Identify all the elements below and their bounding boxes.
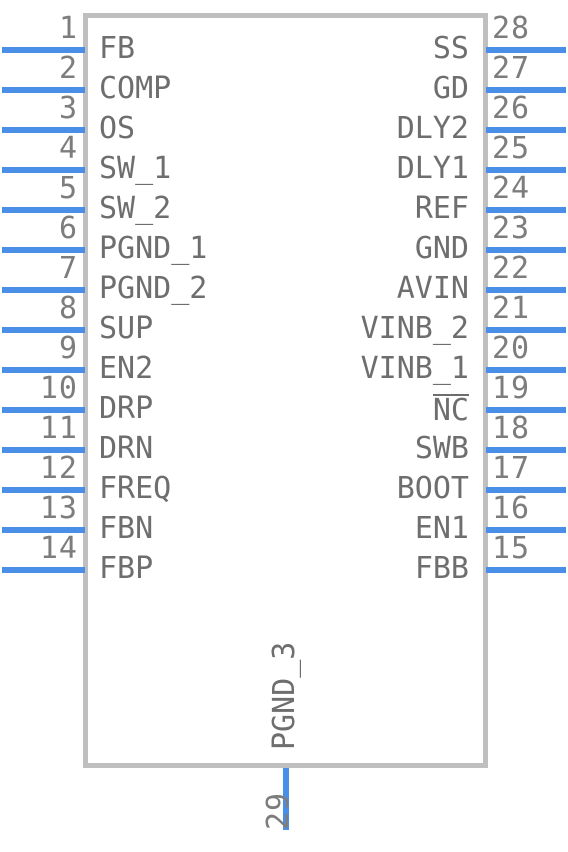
pin-name-en1: EN1 [414, 511, 469, 546]
pin-name-pgnd-1: PGND_1 [99, 231, 208, 266]
pin-name-swb: SWB [414, 431, 469, 466]
pin-number-19: 19 [492, 371, 531, 406]
pin-number-20: 20 [492, 331, 531, 366]
pin-number-25: 25 [492, 131, 531, 166]
pin-number-18: 18 [492, 411, 531, 446]
pin-name-gnd: GND [414, 231, 469, 266]
pin-number-3: 3 [58, 91, 78, 126]
pin-number-24: 24 [492, 171, 531, 206]
pin-name-gd: GD [432, 71, 469, 106]
pin-number-1: 1 [58, 11, 78, 46]
pin-number-6: 6 [58, 211, 78, 246]
pin-number-12: 12 [39, 451, 78, 486]
pin-name-boot: BOOT [396, 471, 469, 506]
pin-name-pgnd-2: PGND_2 [99, 271, 208, 306]
schematic-symbol-canvas: 1 FB 2 COMP 3 OS 4 SW_1 5 SW_2 6 PGND_1 7 PGND_2 8 SUP 9… [0, 0, 568, 852]
pin-name-en2: EN2 [99, 351, 154, 386]
pin-name-nc: NC [432, 393, 469, 428]
pin-name-sw-2: SW_2 [99, 191, 172, 226]
overline-span: NC [432, 393, 469, 428]
pin-name-comp: COMP [99, 71, 172, 106]
pin-number-5: 5 [58, 171, 78, 206]
pin-name-vinb-2: VINB_2 [360, 311, 469, 346]
pin-name-dly2: DLY2 [396, 111, 469, 146]
pin-number-13: 13 [39, 491, 78, 526]
pin-name-ref: REF [414, 191, 469, 226]
pin-name-dly1: DLY1 [396, 151, 469, 186]
pin-name-fb: FB [99, 31, 136, 66]
pin-name-pgnd-3: PGND_3 [267, 641, 302, 750]
pin-name-vinb-1: VINB_1 [360, 351, 469, 386]
pin-number-16: 16 [492, 491, 531, 526]
pin-number-15: 15 [492, 531, 531, 566]
pin-name-ss: SS [432, 31, 469, 66]
pin-number-7: 7 [58, 251, 78, 286]
pin-name-fbn: FBN [99, 511, 154, 546]
pin-number-21: 21 [492, 291, 531, 326]
pin-number-23: 23 [492, 211, 531, 246]
pin-number-9: 9 [58, 331, 78, 366]
pin-name-sw-1: SW_1 [99, 151, 172, 186]
pin-number-28: 28 [492, 11, 531, 46]
pin-name-avin: AVIN [396, 271, 469, 306]
pin-number-2: 2 [58, 51, 78, 86]
pin-number-8: 8 [58, 291, 78, 326]
pin-name-sup: SUP [99, 311, 154, 346]
pin-name-fbb: FBB [414, 551, 469, 586]
pin-number-29: 29 [261, 791, 296, 830]
pin-number-27: 27 [492, 51, 531, 86]
pin-name-drn: DRN [99, 431, 154, 466]
pin-name-freq: FREQ [99, 471, 172, 506]
pin-name-os: OS [99, 111, 136, 146]
pin-number-4: 4 [58, 131, 78, 166]
pin-number-22: 22 [492, 251, 531, 286]
pin-name-drp: DRP [99, 391, 154, 426]
pin-wire-15[interactable] [486, 567, 566, 573]
pin-wire-14[interactable] [2, 567, 85, 573]
pin-number-14: 14 [39, 531, 78, 566]
pin-number-10: 10 [39, 371, 78, 406]
pin-number-17: 17 [492, 451, 531, 486]
pin-number-26: 26 [492, 91, 531, 126]
pin-number-11: 11 [39, 411, 78, 446]
pin-name-fbp: FBP [99, 551, 154, 586]
